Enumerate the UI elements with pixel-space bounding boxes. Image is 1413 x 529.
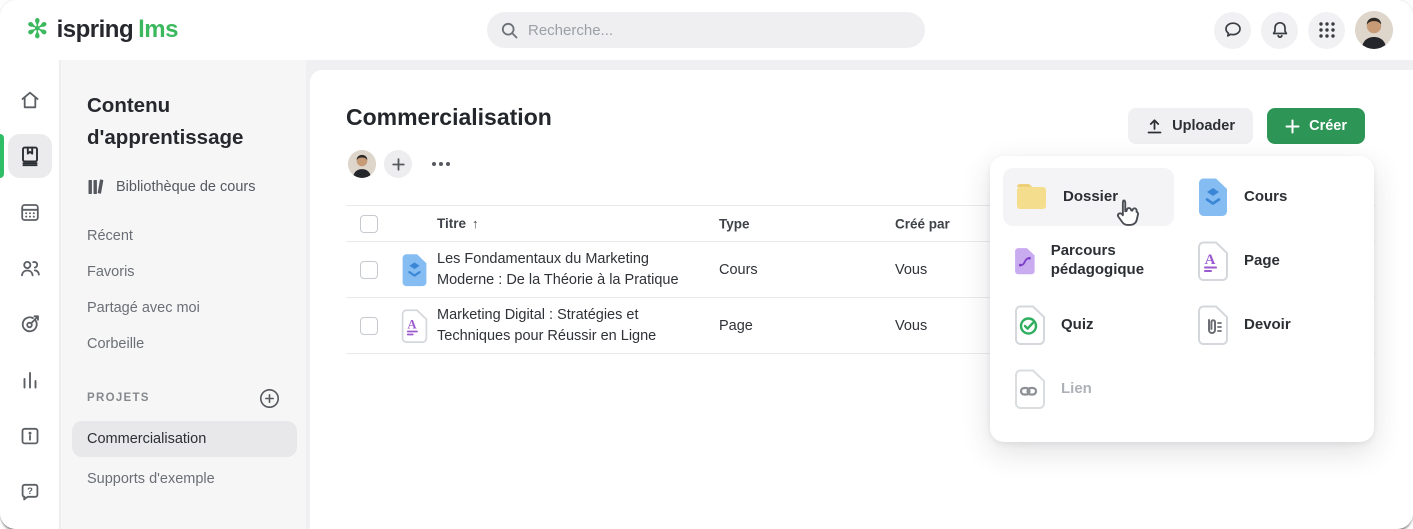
menu-item-cours[interactable]: Cours (1186, 168, 1357, 226)
app-window: ✻ ispringlms (0, 0, 1413, 529)
rail-item-home[interactable] (0, 72, 60, 128)
logo-text: ispringlms (57, 16, 178, 44)
sidebar-item-shared[interactable]: Partagé avec moi (61, 290, 306, 326)
sidebar-item-recent[interactable]: Récent (61, 218, 306, 254)
top-bar: ✻ ispringlms (0, 0, 1413, 60)
plus-circle-icon (259, 388, 280, 409)
sidebar-title: Contenu d'apprentissage (87, 90, 282, 154)
home-icon (8, 78, 52, 122)
create-button[interactable]: Créer (1267, 108, 1365, 144)
sidebar-item-trash[interactable]: Corbeille (61, 326, 306, 362)
row-title[interactable]: Les Fondamentaux du Marketing Moderne : … (437, 248, 705, 290)
ispring-logo: ✻ ispringlms (26, 0, 178, 60)
projects-header: PROJETS (87, 388, 280, 409)
row-checkbox[interactable] (360, 261, 378, 279)
row-author: Vous (895, 262, 927, 278)
row-type: Page (719, 318, 753, 334)
column-header-type[interactable]: Type (719, 216, 750, 231)
global-search[interactable] (487, 12, 925, 48)
library-icon (87, 178, 105, 196)
sidebar-item-label: Bibliothèque de cours (116, 179, 255, 195)
rail-item-content[interactable] (0, 128, 60, 184)
topbar-actions (1214, 11, 1393, 49)
assignment-file-icon (1196, 305, 1230, 345)
sidebar-item-supports-exemple[interactable]: Supports d'exemple (61, 457, 306, 487)
calendar-icon (8, 190, 52, 234)
ispring-spark-icon: ✻ (26, 16, 49, 43)
chat-icon[interactable] (1214, 12, 1251, 49)
sidebar: Contenu d'apprentissage Bibliothèque de … (61, 60, 306, 529)
row-checkbox[interactable] (360, 317, 378, 335)
create-menu-column-left: Dossier Parcours pédagogique Quiz Lien (1003, 168, 1174, 424)
menu-item-page[interactable]: A Page (1186, 232, 1357, 290)
users-icon (8, 246, 52, 290)
icon-rail: ? (0, 60, 60, 529)
folder-icon (1013, 181, 1049, 213)
target-arrow-icon (8, 302, 52, 346)
row-title[interactable]: Marketing Digital : Stratégies et Techni… (437, 304, 705, 346)
bar-chart-icon (8, 358, 52, 402)
plus-icon (1285, 119, 1300, 134)
link-file-icon (1013, 369, 1047, 409)
page-file-icon: A (400, 309, 429, 343)
sidebar-item-commercialisation[interactable]: Commercialisation (72, 421, 297, 457)
learning-path-file-icon (1013, 241, 1037, 281)
projects-label: PROJETS (87, 392, 150, 404)
plus-icon (392, 158, 405, 171)
owner-avatar[interactable] (348, 150, 376, 178)
rail-item-help[interactable]: ? (0, 464, 60, 520)
upload-icon (1146, 118, 1163, 135)
sidebar-item-library[interactable]: Bibliothèque de cours (87, 178, 306, 196)
add-owner-button[interactable] (384, 150, 412, 178)
user-avatar[interactable] (1355, 11, 1393, 49)
sort-ascending-icon[interactable]: ↑ (472, 216, 479, 231)
page-file-icon: A (1196, 241, 1230, 281)
course-file-icon (1196, 177, 1230, 217)
rail-item-info[interactable] (0, 408, 60, 464)
book-icon (8, 134, 52, 178)
page-title: Commercialisation (346, 104, 552, 131)
course-file-icon (400, 253, 429, 287)
sidebar-nav: Récent Favoris Partagé avec moi Corbeill… (61, 218, 306, 362)
quiz-file-icon (1013, 305, 1047, 345)
upload-button[interactable]: Uploader (1128, 108, 1253, 144)
row-type: Cours (719, 262, 758, 278)
select-all-checkbox[interactable] (360, 215, 378, 233)
menu-item-devoir[interactable]: Devoir (1186, 296, 1357, 354)
create-menu-column-right: Cours A Page Devoir (1186, 168, 1357, 424)
svg-text:A: A (407, 317, 417, 331)
rail-item-users[interactable] (0, 240, 60, 296)
menu-item-parcours[interactable]: Parcours pédagogique (1003, 232, 1174, 290)
rail-item-gamification[interactable] (0, 296, 60, 352)
bell-icon[interactable] (1261, 12, 1298, 49)
svg-text:A: A (1205, 252, 1216, 268)
create-menu: Dossier Parcours pédagogique Quiz Lien C… (990, 156, 1374, 442)
owners-row (348, 150, 450, 178)
sidebar-item-favorites[interactable]: Favoris (61, 254, 306, 290)
row-author: Vous (895, 318, 927, 334)
column-header-title[interactable]: Titre↑ (437, 214, 479, 234)
more-options-button[interactable] (432, 162, 450, 166)
menu-item-lien: Lien (1003, 360, 1174, 418)
column-header-author[interactable]: Créé par (895, 216, 950, 231)
rail-item-calendar[interactable] (0, 184, 60, 240)
search-input[interactable] (528, 22, 911, 39)
rail-item-reports[interactable] (0, 352, 60, 408)
logo-lms-label: lms (138, 16, 178, 43)
help-bubble-icon: ? (8, 470, 52, 514)
search-icon (501, 22, 518, 39)
add-project-button[interactable] (259, 388, 280, 409)
menu-item-quiz[interactable]: Quiz (1003, 296, 1174, 354)
info-board-icon (8, 414, 52, 458)
menu-item-dossier[interactable]: Dossier (1003, 168, 1174, 226)
svg-text:?: ? (27, 486, 33, 497)
apps-grid-icon[interactable] (1308, 12, 1345, 49)
